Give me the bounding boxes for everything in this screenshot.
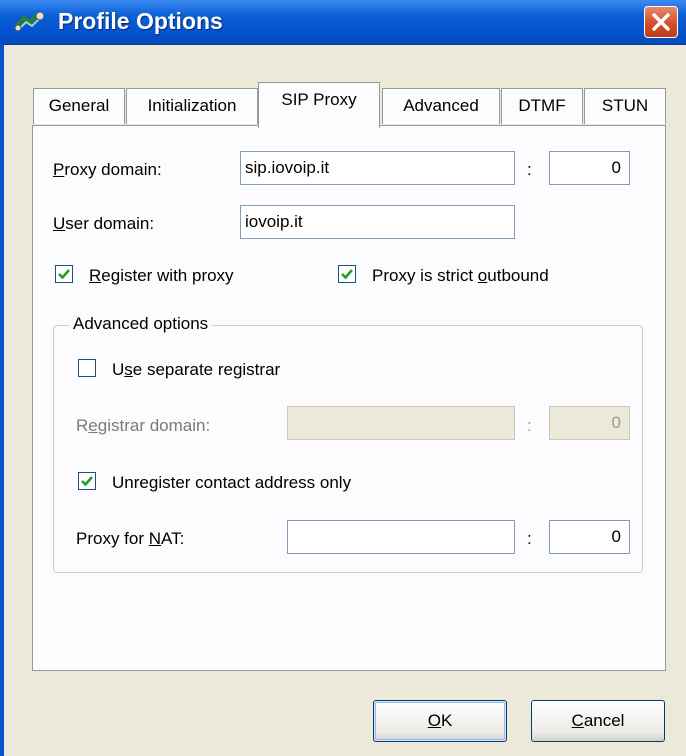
title-bar: Profile Options [0,0,686,45]
tab-general[interactable]: General [33,88,125,124]
tab-label: General [48,96,110,115]
cancel-label: ancel [583,711,625,730]
ok-mnemonic: O [427,711,441,730]
ok-button[interactable]: OK [373,700,507,742]
network-cable-icon [14,10,46,34]
close-button[interactable] [644,6,678,38]
sip-proxy-panel [32,125,666,671]
window-frame-left [0,44,4,756]
tab-label: SIP Proxy [281,90,357,109]
window-title: Profile Options [58,8,223,34]
tab-label: DTMF [518,96,566,115]
tab-initialization[interactable]: Initialization [126,88,258,124]
tab-label: STUN [601,96,649,115]
cancel-mnemonic: C [571,711,584,730]
tab-label: Initialization [147,96,237,115]
cancel-button[interactable]: Cancel [531,700,665,742]
tab-label: Advanced [403,96,479,115]
tab-advanced[interactable]: Advanced [382,88,500,124]
tab-sip-proxy[interactable]: SIP Proxy [258,82,380,128]
tab-dtmf[interactable]: DTMF [501,88,583,124]
tab-stun[interactable]: STUN [584,88,666,124]
ok-label: K [440,711,453,730]
